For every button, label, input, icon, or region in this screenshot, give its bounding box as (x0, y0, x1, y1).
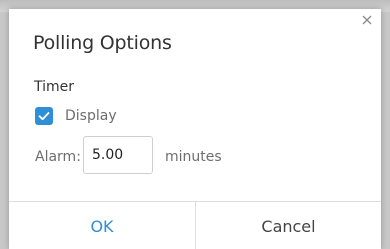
alarm-input[interactable] (83, 136, 153, 174)
cancel-button[interactable]: Cancel (196, 202, 381, 249)
display-checkbox-label[interactable]: Display (65, 108, 117, 124)
close-icon[interactable] (359, 12, 375, 28)
display-checkbox[interactable] (35, 107, 53, 125)
timer-section-label: Timer (34, 79, 75, 95)
ok-button[interactable]: OK (9, 202, 195, 249)
alarm-unit-label: minutes (165, 149, 222, 165)
dialog-footer: OK Cancel (9, 201, 381, 249)
alarm-label: Alarm: (35, 149, 81, 165)
dialog-title: Polling Options (33, 32, 172, 54)
checkmark-icon (38, 112, 50, 121)
polling-options-dialog: Polling Options Timer Display Alarm: min… (9, 9, 381, 249)
